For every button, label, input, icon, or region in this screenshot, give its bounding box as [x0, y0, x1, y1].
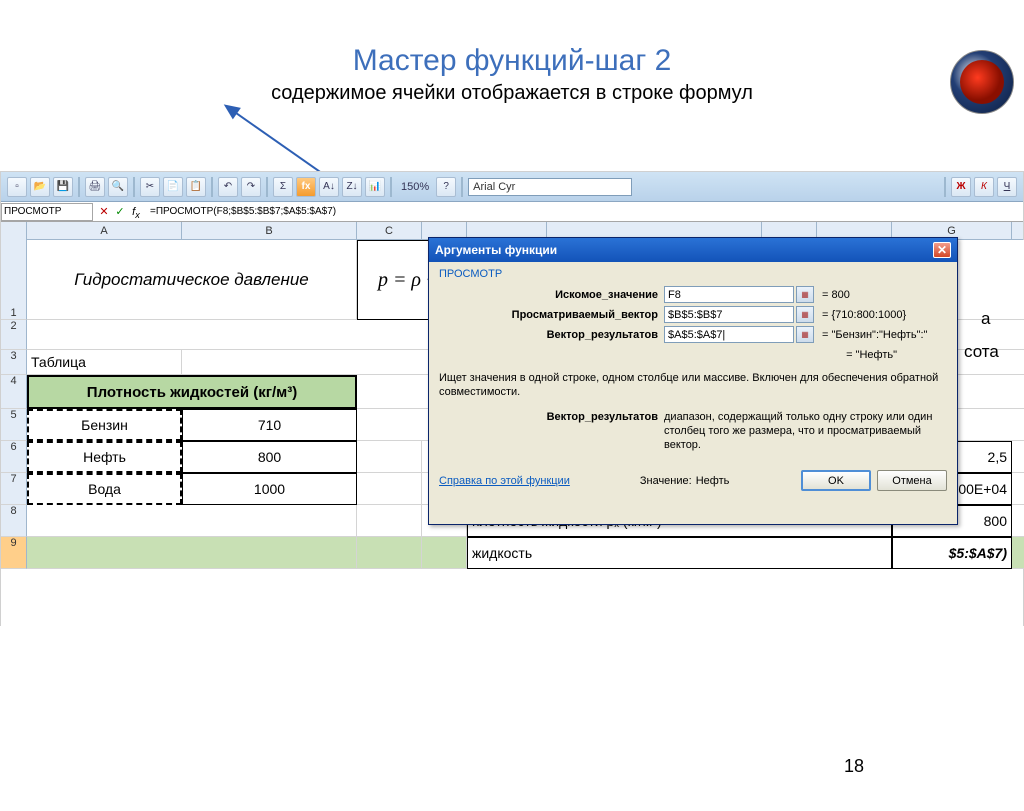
tb-underline-icon[interactable]: Ч [997, 177, 1017, 197]
arg1-label: Искомое_значение [439, 289, 664, 301]
cell-label-table[interactable]: Таблица [27, 350, 182, 375]
dialog-desc2: диапазон, содержащий только одну строку … [664, 410, 947, 453]
dialog-desc1: Ищет значения в одной строке, одном стол… [439, 371, 947, 400]
row-3[interactable]: 3 [1, 350, 27, 375]
dialog-titlebar[interactable]: Аргументы функции ✕ [429, 238, 957, 262]
row-6[interactable]: 6 [1, 441, 27, 473]
cancel-formula-icon[interactable]: ✕ [97, 205, 111, 219]
cell-benzin-val[interactable]: 710 [182, 409, 357, 441]
cell-voda[interactable]: Вода [27, 473, 182, 505]
tb-sort-desc-icon[interactable]: Z↓ [342, 177, 362, 197]
arg3-input[interactable] [664, 326, 794, 343]
tb-preview-icon[interactable]: 🔍 [108, 177, 128, 197]
toolbar: ▫ 📂 💾 🖨 🔍 ✂ 📄 📋 ↶ ↷ Σ fx A↓ Z↓ 📊 150% ? … [1, 172, 1023, 202]
tb-sum-icon[interactable]: Σ [273, 177, 293, 197]
accept-formula-icon[interactable]: ✓ [113, 205, 127, 219]
range-select-icon[interactable]: ▦ [796, 306, 814, 323]
arg1-preview: = 800 [822, 289, 850, 301]
tb-cut-icon[interactable]: ✂ [140, 177, 160, 197]
row-5[interactable]: 5 [1, 409, 27, 441]
col-A[interactable]: A [27, 222, 182, 240]
tb-open-icon[interactable]: 📂 [30, 177, 50, 197]
col-B[interactable]: B [182, 222, 357, 240]
arg3-label: Вектор_результатов [439, 329, 664, 341]
dialog-value-label: Значение: [640, 475, 692, 487]
row-2[interactable]: 2 [1, 320, 27, 350]
range-select-icon[interactable]: ▦ [796, 286, 814, 303]
dialog-function-name: ПРОСМОТР [439, 268, 947, 280]
tb-copy-icon[interactable]: 📄 [163, 177, 183, 197]
range-select-icon[interactable]: ▦ [796, 326, 814, 343]
select-all-corner[interactable] [1, 222, 27, 240]
function-arguments-dialog: Аргументы функции ✕ ПРОСМОТР Искомое_зна… [428, 237, 958, 525]
tb-new-icon[interactable]: ▫ [7, 177, 27, 197]
cell-neft-val[interactable]: 800 [182, 441, 357, 473]
dialog-desc2-bold: Вектор_результатов [439, 410, 664, 453]
font-select[interactable] [468, 178, 632, 196]
cell-benzin[interactable]: Бензин [27, 409, 182, 441]
cell-voda-val[interactable]: 1000 [182, 473, 357, 505]
cell-density-header[interactable]: Плотность жидкостей (кг/м³) [27, 375, 357, 409]
tb-paste-icon[interactable]: 📋 [186, 177, 206, 197]
arg1-input[interactable] [664, 286, 794, 303]
zoom-value[interactable]: 150% [401, 181, 429, 193]
row-9[interactable]: 9 [1, 537, 27, 569]
cell-liquid-val[interactable]: $5:$A$7) [892, 537, 1012, 569]
close-icon[interactable]: ✕ [933, 242, 951, 258]
tb-redo-icon[interactable]: ↷ [241, 177, 261, 197]
tb-save-icon[interactable]: 💾 [53, 177, 73, 197]
tb-sort-asc-icon[interactable]: A↓ [319, 177, 339, 197]
cell-neft[interactable]: Нефть [27, 441, 182, 473]
cancel-button[interactable]: Отмена [877, 470, 947, 491]
row-4[interactable]: 4 [1, 375, 27, 409]
dialog-result: = "Нефть" [846, 349, 897, 361]
formula-bar: ПРОСМОТР ✕ ✓ fx [1, 202, 1023, 222]
tb-chart-icon[interactable]: 📊 [365, 177, 385, 197]
row-8[interactable]: 8 [1, 505, 27, 537]
arg2-label: Просматриваемый_вектор [439, 309, 664, 321]
formula-input[interactable] [147, 206, 1023, 217]
tb-italic-icon[interactable]: К [974, 177, 994, 197]
tb-bold-icon[interactable]: Ж [951, 177, 971, 197]
slide-title: Мастер функций-шаг 2 [0, 44, 1024, 78]
cell-liquid-label[interactable]: жидкость [467, 537, 892, 569]
dialog-value: Нефть [696, 475, 730, 487]
arg3-preview: = "Бензин":"Нефть":" [822, 329, 927, 341]
col-blank6[interactable] [1012, 222, 1024, 240]
name-box[interactable]: ПРОСМОТР [1, 203, 93, 221]
dialog-help-link[interactable]: Справка по этой функции [439, 475, 570, 487]
tb-fx-icon[interactable]: fx [296, 177, 316, 197]
tb-help-icon[interactable]: ? [436, 177, 456, 197]
fragment-sota: сота [964, 342, 999, 362]
row-7[interactable]: 7 [1, 473, 27, 505]
arg2-input[interactable] [664, 306, 794, 323]
cell-heading[interactable]: Гидростатическое давление [27, 240, 357, 320]
dialog-title: Аргументы функции [435, 243, 557, 257]
logo-badge [950, 50, 1014, 114]
slide-subtitle: содержимое ячейки отображается в строке … [0, 82, 1024, 105]
fragment-a: а [981, 309, 990, 329]
row-1[interactable]: 1 [1, 240, 27, 320]
fx-icon[interactable]: fx [129, 205, 143, 219]
arg2-preview: = {710:800:1000} [822, 309, 906, 321]
tb-print-icon[interactable]: 🖨 [85, 177, 105, 197]
col-C[interactable]: C [357, 222, 422, 240]
ok-button[interactable]: OK [801, 470, 871, 491]
tb-undo-icon[interactable]: ↶ [218, 177, 238, 197]
